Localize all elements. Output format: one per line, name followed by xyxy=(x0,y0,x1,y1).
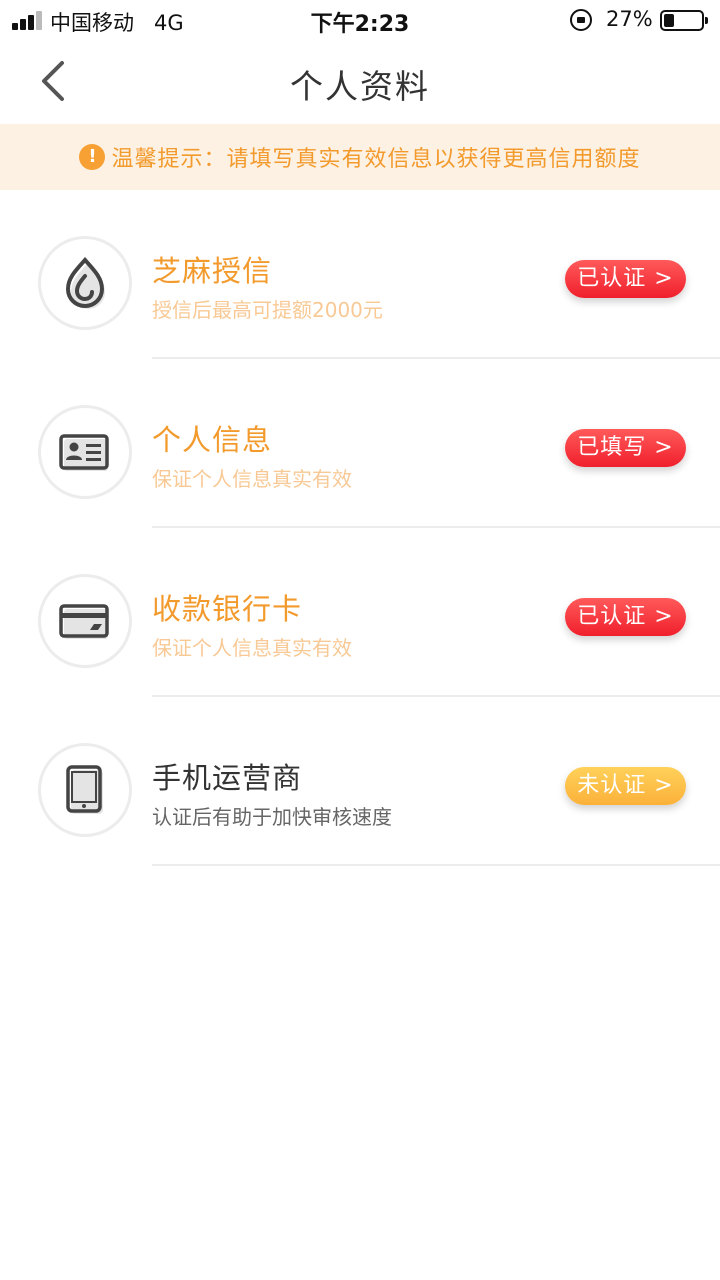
tip-text: 温馨提示：请填写真实有效信息以获得更高信用额度 xyxy=(111,147,641,172)
item-title: 个人信息 xyxy=(152,423,273,457)
status-badge[interactable]: 未认证 > xyxy=(565,767,686,805)
exclamation-circle-icon: ! xyxy=(79,144,106,170)
tip-banner: ! 温馨提示：请填写真实有效信息以获得更高信用额度 xyxy=(0,124,720,190)
id-card-icon xyxy=(59,434,109,471)
item-subtitle: 认证后有助于加快审核速度 xyxy=(152,805,392,829)
list-item-sesame-credit[interactable]: 芝麻授信 授信后最高可提额2000元 已认证 > xyxy=(0,190,720,359)
orientation-lock-icon xyxy=(570,9,592,31)
navigation-bar: 个人资料 xyxy=(0,40,720,122)
profile-list: 芝麻授信 授信后最高可提额2000元 已认证 > 个人信息 保证个人信息真实有效… xyxy=(0,190,720,866)
item-subtitle: 保证个人信息真实有效 xyxy=(152,636,352,660)
list-item-personal-info[interactable]: 个人信息 保证个人信息真实有效 已填写 > xyxy=(0,359,720,528)
item-icon-circle xyxy=(38,405,132,499)
list-item-mobile-carrier[interactable]: 手机运营商 认证后有助于加快审核速度 未认证 > xyxy=(0,697,720,866)
item-subtitle: 保证个人信息真实有效 xyxy=(152,467,352,491)
battery-percentage: 27% xyxy=(606,7,653,31)
status-badge[interactable]: 已认证 > xyxy=(565,260,686,298)
item-subtitle: 授信后最高可提额2000元 xyxy=(152,298,383,322)
status-badge[interactable]: 已认证 > xyxy=(565,598,686,636)
item-icon-circle xyxy=(38,236,132,330)
item-title: 芝麻授信 xyxy=(152,254,273,288)
battery-icon xyxy=(660,10,708,31)
list-item-bank-card[interactable]: 收款银行卡 保证个人信息真实有效 已认证 > xyxy=(0,528,720,697)
item-icon-circle xyxy=(38,574,132,668)
divider xyxy=(152,864,720,866)
status-bar: 中国移动 4G 下午2:23 27% xyxy=(0,0,720,40)
item-title: 手机运营商 xyxy=(152,761,303,795)
mobile-phone-icon xyxy=(66,765,103,814)
sesame-drop-icon xyxy=(65,257,105,309)
bank-card-icon xyxy=(59,604,109,639)
item-title: 收款银行卡 xyxy=(152,592,303,626)
page-title: 个人资料 xyxy=(290,67,430,106)
status-badge[interactable]: 已填写 > xyxy=(565,429,686,467)
item-icon-circle xyxy=(38,743,132,837)
